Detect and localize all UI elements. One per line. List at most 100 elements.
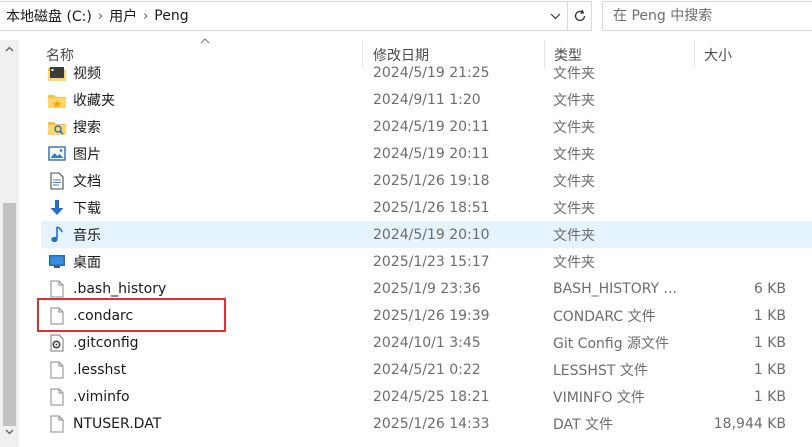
- file-date: 2025/1/26 14:33: [373, 415, 490, 432]
- vertical-scrollbar[interactable]: [0, 40, 19, 447]
- search-box[interactable]: [602, 1, 812, 31]
- search-folder-icon: [47, 113, 67, 140]
- file-size: 18,944 KB: [713, 415, 786, 432]
- refresh-button[interactable]: [568, 1, 592, 31]
- chevron-right-icon[interactable]: ›: [98, 9, 103, 24]
- file-row[interactable]: 下载 2025/1/26 18:51 文件夹: [41, 194, 812, 221]
- video-folder-icon: [47, 60, 67, 86]
- file-name: NTUSER.DAT: [73, 415, 162, 432]
- file-type: 文件夹: [553, 92, 595, 109]
- file-size: 1 KB: [753, 361, 786, 378]
- pictures-folder-icon: [47, 140, 67, 167]
- breadcrumb: 本地磁盘 (C:) › 用户 › Peng: [6, 2, 189, 30]
- file-date: 2024/9/11 1:20: [373, 91, 481, 108]
- file-name: 下载: [73, 200, 101, 217]
- chevron-down-icon: [550, 13, 560, 19]
- file-row[interactable]: .lesshst 2024/5/21 0:22 LESSHST 文件 1 KB: [41, 356, 812, 383]
- file-type: Git Config 源文件: [553, 335, 670, 352]
- file-size: 1 KB: [753, 334, 786, 351]
- file-size: [681, 140, 786, 167]
- file-type: CONDARC 文件: [553, 308, 656, 325]
- file-size: [681, 194, 786, 221]
- music-folder-icon: [47, 221, 67, 248]
- file-size: 1 KB: [753, 388, 786, 405]
- file-size: 1 KB: [753, 307, 786, 324]
- file-row[interactable]: 视频 2024/5/19 21:25 文件夹: [41, 60, 812, 86]
- file-type: 文件夹: [553, 254, 595, 271]
- file-size: [681, 221, 786, 248]
- file-icon: [47, 383, 67, 410]
- file-size: 6 KB: [753, 280, 786, 297]
- file-name: 图片: [73, 146, 101, 163]
- file-date: 2024/5/21 0:22: [373, 361, 481, 378]
- breadcrumb-users[interactable]: 用户: [109, 6, 137, 26]
- downloads-folder-icon: [47, 194, 67, 221]
- favorites-folder-icon: [47, 86, 67, 113]
- file-row[interactable]: 音乐 2024/5/19 20:10 文件夹: [41, 221, 812, 248]
- file-type: 文件夹: [553, 227, 595, 244]
- file-size: [681, 113, 786, 140]
- file-type: DAT 文件: [553, 416, 614, 433]
- file-size: [681, 86, 786, 113]
- file-row[interactable]: NTUSER.DAT 2025/1/26 14:33 DAT 文件 18,944 KB: [41, 410, 812, 437]
- file-type: 文件夹: [553, 200, 595, 217]
- file-date: 2024/5/19 20:11: [373, 118, 490, 135]
- file-date: 2024/5/19 21:25: [373, 64, 490, 81]
- file-name: 搜索: [73, 119, 101, 136]
- file-list: 视频 2024/5/19 21:25 文件夹 收藏夹 2024/9/11 1:20 文件夹…: [19, 60, 812, 447]
- scroll-down-button[interactable]: [0, 423, 19, 440]
- file-row[interactable]: .viminfo 2024/5/25 18:21 VIMINFO 文件 1 KB: [41, 383, 812, 410]
- address-dropdown-button[interactable]: [543, 2, 567, 30]
- chevron-right-icon[interactable]: ›: [143, 9, 148, 24]
- file-type: BASH_HISTORY ...: [553, 280, 677, 297]
- refresh-icon: [574, 9, 585, 22]
- file-size: [681, 167, 786, 194]
- scroll-up-button[interactable]: [0, 40, 19, 57]
- file-date: 2024/5/19 20:10: [373, 226, 490, 243]
- file-name: 桌面: [73, 254, 101, 271]
- chevron-down-icon: [5, 429, 14, 434]
- file-name: 视频: [73, 65, 101, 82]
- file-icon: [47, 356, 67, 383]
- address-bar[interactable]: 本地磁盘 (C:) › 用户 › Peng: [0, 1, 568, 31]
- file-name: .gitconfig: [73, 334, 139, 351]
- navigation-bar: 本地磁盘 (C:) › 用户 › Peng: [0, 0, 812, 34]
- file-date: 2025/1/23 15:17: [373, 253, 490, 270]
- red-highlight-box: [37, 298, 226, 332]
- file-name: 收藏夹: [73, 92, 115, 109]
- file-date: 2025/1/26 19:39: [373, 307, 490, 324]
- documents-folder-icon: [47, 167, 67, 194]
- file-size: [681, 60, 786, 86]
- scroll-thumb[interactable]: [3, 203, 16, 426]
- chevron-up-icon: [5, 46, 14, 51]
- file-row[interactable]: 搜索 2024/5/19 20:11 文件夹: [41, 113, 812, 140]
- file-name: .viminfo: [73, 388, 130, 405]
- search-input[interactable]: [603, 2, 812, 30]
- file-row[interactable]: 收藏夹 2024/9/11 1:20 文件夹: [41, 86, 812, 113]
- file-date: 2025/1/26 18:51: [373, 199, 490, 216]
- file-date: 2025/1/26 19:18: [373, 172, 490, 189]
- config-file-icon: [47, 329, 67, 356]
- file-name: 文档: [73, 173, 101, 190]
- file-type: 文件夹: [553, 173, 595, 190]
- file-date: 2024/5/25 18:21: [373, 388, 490, 405]
- file-type: 文件夹: [553, 146, 595, 163]
- file-date: 2024/10/1 3:45: [373, 334, 481, 351]
- file-type: LESSHST 文件: [553, 362, 648, 379]
- breadcrumb-drive[interactable]: 本地磁盘 (C:): [6, 6, 92, 26]
- file-icon: [47, 410, 67, 437]
- file-row[interactable]: .gitconfig 2024/10/1 3:45 Git Config 源文件 1 …: [41, 329, 812, 356]
- file-row[interactable]: 图片 2024/5/19 20:11 文件夹: [41, 140, 812, 167]
- file-date: 2024/5/19 20:11: [373, 145, 490, 162]
- file-name: .lesshst: [73, 361, 127, 378]
- file-type: VIMINFO 文件: [553, 389, 645, 406]
- file-row[interactable]: 文档 2025/1/26 19:18 文件夹: [41, 167, 812, 194]
- file-name: 音乐: [73, 227, 101, 244]
- desktop-folder-icon: [47, 248, 67, 275]
- file-date: 2025/1/9 23:36: [373, 280, 481, 297]
- breadcrumb-peng[interactable]: Peng: [154, 8, 188, 24]
- file-type: 文件夹: [553, 65, 595, 82]
- file-type: 文件夹: [553, 119, 595, 136]
- file-row[interactable]: 桌面 2025/1/23 15:17 文件夹: [41, 248, 812, 275]
- file-size: [681, 248, 786, 275]
